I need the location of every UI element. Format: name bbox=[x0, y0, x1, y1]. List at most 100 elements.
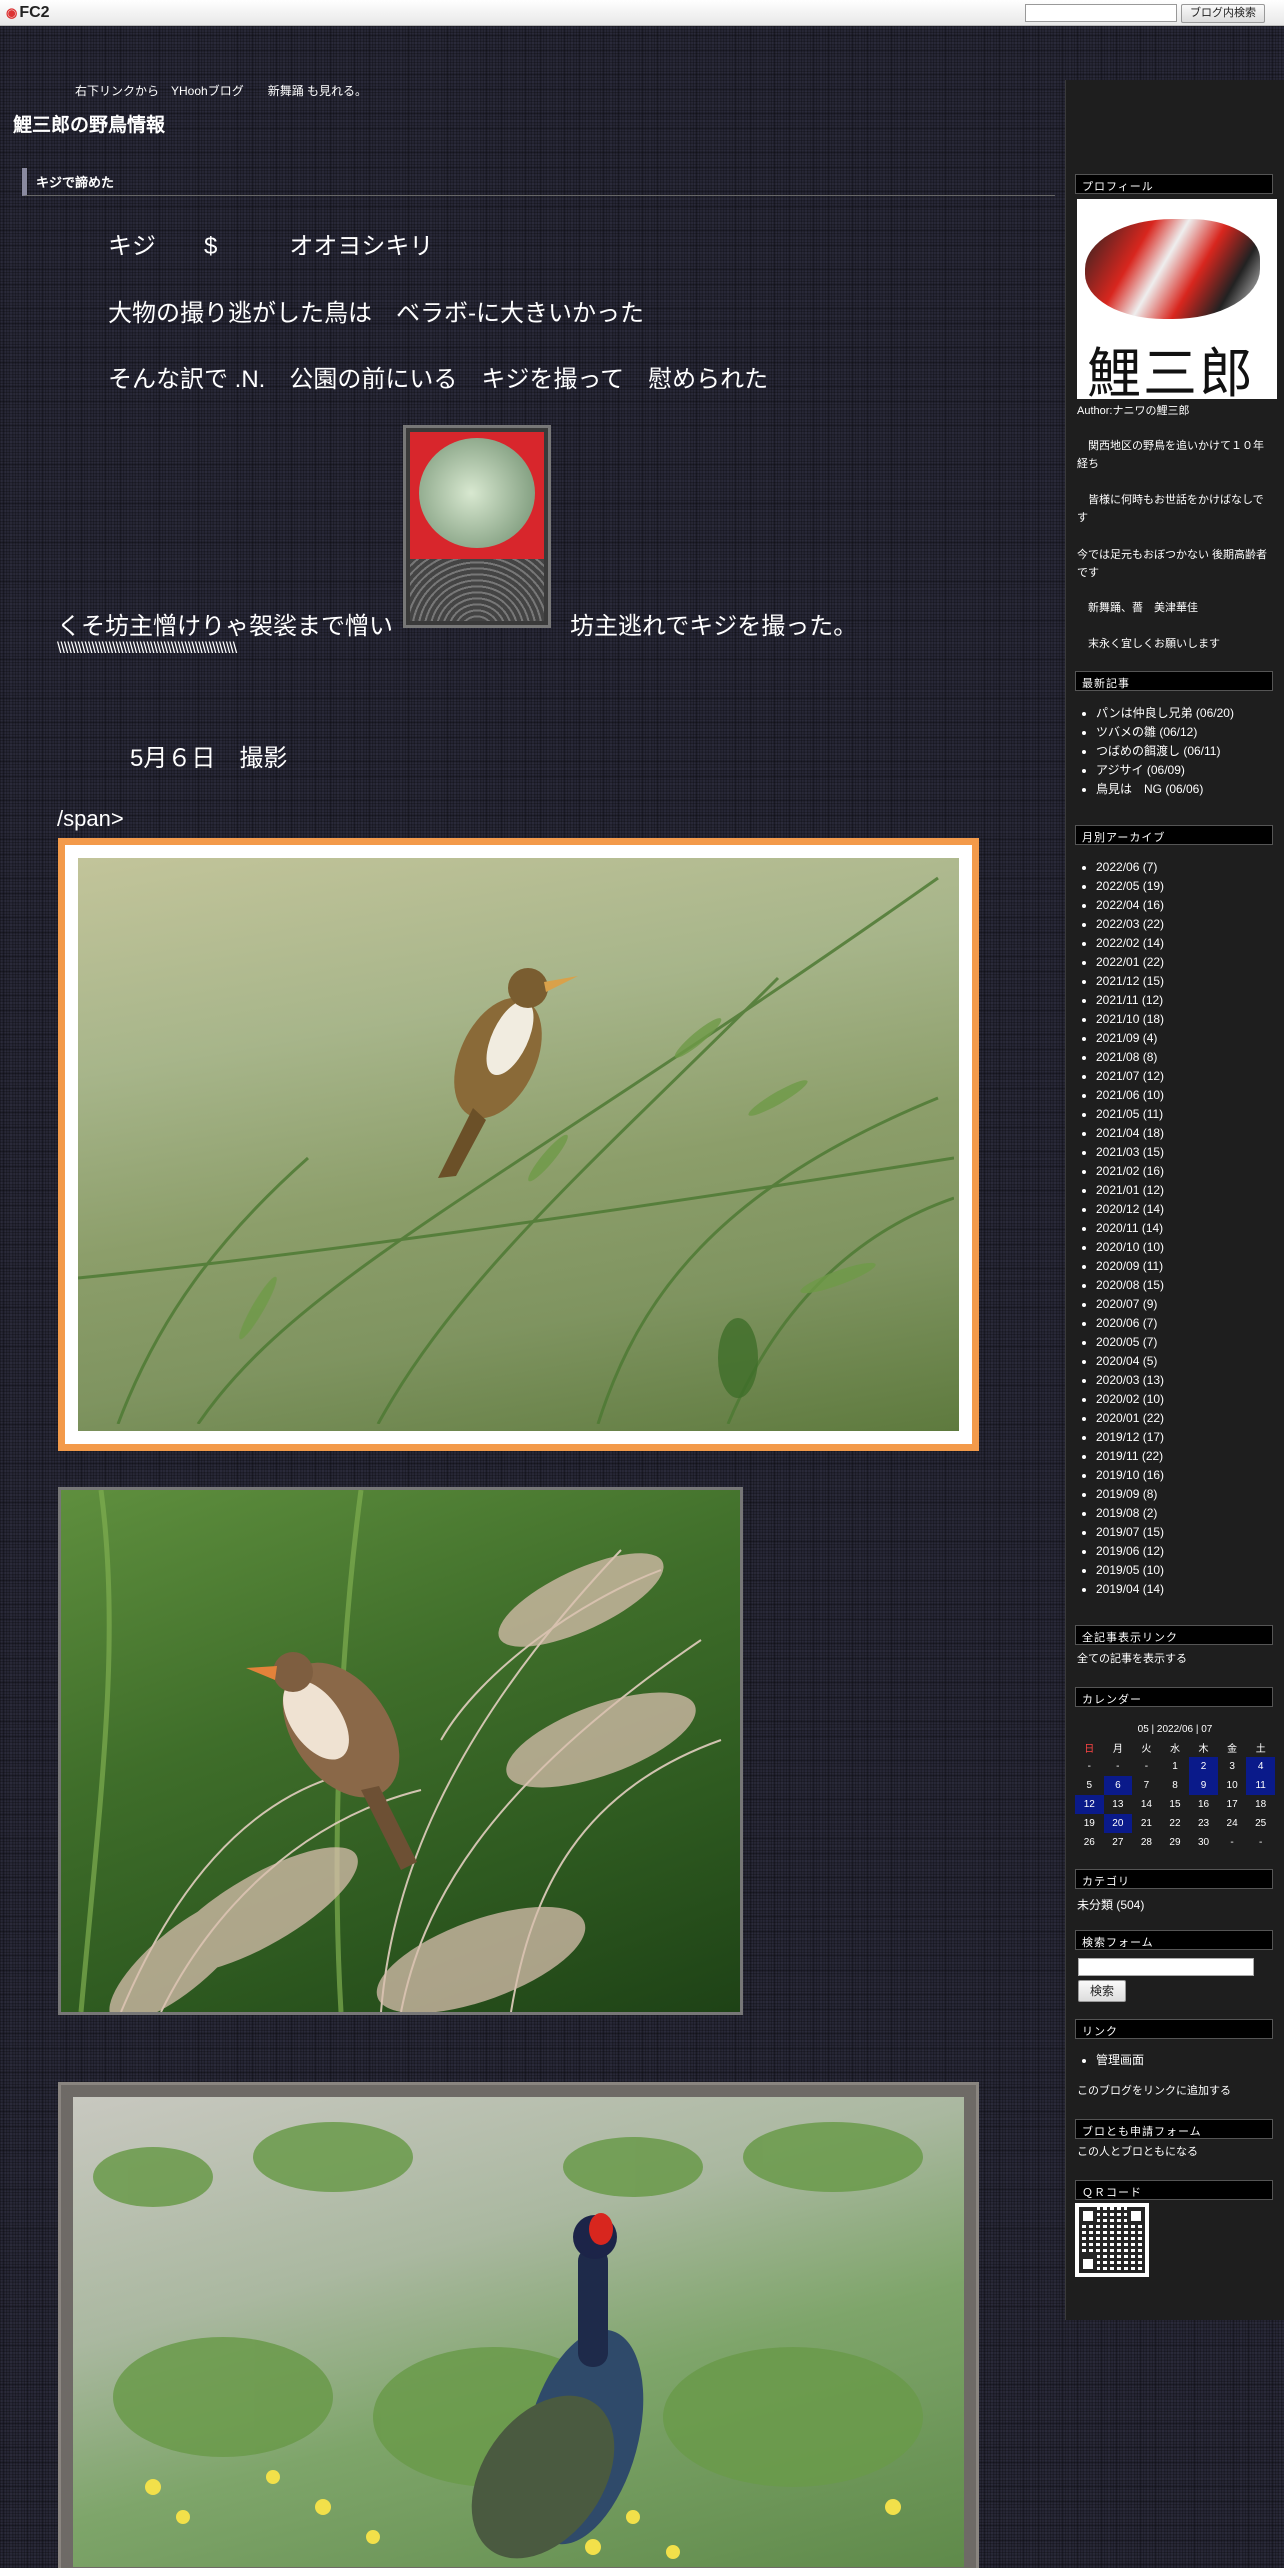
archive-month-link[interactable]: 2021/02 (16) bbox=[1096, 1162, 1276, 1181]
archive-month-link[interactable]: 2022/06 (7) bbox=[1096, 858, 1276, 877]
calendar-day: 3 bbox=[1229, 1761, 1235, 1772]
friend-request-link[interactable]: この人とブロともになる bbox=[1077, 2144, 1271, 2162]
archive-month-link[interactable]: 2020/10 (10) bbox=[1096, 1238, 1276, 1257]
calendar-day[interactable]: 6 bbox=[1103, 1776, 1133, 1795]
archive-month-link[interactable]: 2020/07 (9) bbox=[1096, 1295, 1276, 1314]
calendar-month-nav[interactable]: 05 | 2022/06 | 07 bbox=[1075, 1722, 1275, 1738]
archive-month-link[interactable]: 2021/11 (12) bbox=[1096, 991, 1276, 1010]
blog-search-button[interactable]: ブログ内検索 bbox=[1181, 4, 1265, 23]
fc2-logo[interactable]: ◉ FC2 bbox=[6, 4, 50, 22]
links-list: 管理画面 bbox=[1096, 2051, 1276, 2070]
archive-month-link[interactable]: 2020/05 (7) bbox=[1096, 1333, 1276, 1352]
calendar-day: 7 bbox=[1143, 1780, 1150, 1791]
calendar-day: 21 bbox=[1140, 1818, 1152, 1829]
archive-month-link[interactable]: 2019/04 (14) bbox=[1096, 1580, 1276, 1599]
photo-1-scene bbox=[78, 876, 954, 1424]
archive-month-link[interactable]: 2022/04 (16) bbox=[1096, 896, 1276, 915]
calendar-day: 18 bbox=[1255, 1799, 1267, 1810]
archive-month-link[interactable]: 2022/03 (22) bbox=[1096, 915, 1276, 934]
archive-month-link[interactable]: 2022/02 (14) bbox=[1096, 934, 1276, 953]
archive-month-link[interactable]: 2019/05 (10) bbox=[1096, 1561, 1276, 1580]
calendar-weekday: 水 bbox=[1169, 1744, 1180, 1755]
add-link-link[interactable]: このブログをリンクに追加する bbox=[1077, 2083, 1271, 2101]
archive-month-link[interactable]: 2020/08 (15) bbox=[1096, 1276, 1276, 1295]
archive-month-link[interactable]: 2021/10 (18) bbox=[1096, 1010, 1276, 1029]
qr-finder bbox=[1127, 2207, 1145, 2225]
hanafuda-card-image bbox=[403, 425, 551, 628]
archive-month-link[interactable]: 2019/09 (8) bbox=[1096, 1485, 1276, 1504]
calendar-day[interactable]: 9 bbox=[1189, 1776, 1218, 1795]
recent-entry-link[interactable]: パンは仲良し兄弟 (06/20) bbox=[1096, 704, 1276, 723]
archive-month-link[interactable]: 2021/04 (18) bbox=[1096, 1124, 1276, 1143]
calendar-day[interactable]: 20 bbox=[1103, 1814, 1133, 1833]
blog-search-input[interactable] bbox=[1025, 4, 1177, 22]
recent-entry-link[interactable]: 鳥見は NG (06/06) bbox=[1096, 780, 1276, 799]
archive-month-link[interactable]: 2021/06 (10) bbox=[1096, 1086, 1276, 1105]
calendar: 05 | 2022/06 | 07 日月火水木金土 - - -1 2 3 4 5 6 7 8 9 10 1… bbox=[1075, 1722, 1275, 1852]
calendar-day: 5 bbox=[1086, 1780, 1093, 1791]
calendar-day[interactable]: 12 bbox=[1075, 1795, 1104, 1814]
recent-entry-link[interactable]: つばめの餌渡し (06/11) bbox=[1096, 742, 1276, 761]
sidebar-heading-category: カテゴリ bbox=[1075, 1869, 1273, 1889]
archive-month-link[interactable]: 2020/04 (5) bbox=[1096, 1352, 1276, 1371]
all-entries-link[interactable]: 全ての記事を表示する bbox=[1077, 1651, 1271, 1669]
recent-entry-link[interactable]: ツバメの雛 (06/12) bbox=[1096, 723, 1276, 742]
photo-green-pheasant[interactable] bbox=[58, 2082, 979, 2568]
wave-pattern bbox=[410, 559, 544, 621]
sidebar-search-button[interactable]: 検索 bbox=[1078, 1980, 1126, 2002]
archive-month-link[interactable]: 2021/01 (12) bbox=[1096, 1181, 1276, 1200]
blog-title[interactable]: 鯉三郎の野鳥情報 bbox=[13, 110, 165, 137]
entry-title-bar bbox=[22, 168, 1055, 196]
archive-month-link[interactable]: 2019/11 (22) bbox=[1096, 1447, 1276, 1466]
archive-month-link[interactable]: 2021/12 (15) bbox=[1096, 972, 1276, 991]
photo-3-scene bbox=[93, 2122, 923, 2559]
archive-month-link[interactable]: 2019/06 (12) bbox=[1096, 1542, 1276, 1561]
photo-reed-warbler-1[interactable] bbox=[58, 838, 979, 1451]
archive-month-link[interactable]: 2019/07 (15) bbox=[1096, 1523, 1276, 1542]
calendar-weekday: 金 bbox=[1227, 1744, 1238, 1755]
calendar-weekday: 日 bbox=[1084, 1744, 1095, 1755]
archive-month-link[interactable]: 2020/11 (14) bbox=[1096, 1219, 1276, 1238]
recent-entries-list: パンは仲良し兄弟 (06/20) ツバメの雛 (06/12) つばめの餌渡し (… bbox=[1096, 704, 1276, 799]
calendar-day[interactable]: 11 bbox=[1246, 1776, 1275, 1795]
archive-month-link[interactable]: 2022/01 (22) bbox=[1096, 953, 1276, 972]
profile-avatar: 鯉三郎 bbox=[1077, 199, 1277, 399]
archive-month-link[interactable]: 2020/12 (14) bbox=[1096, 1200, 1276, 1219]
archive-month-link[interactable]: 2021/08 (8) bbox=[1096, 1048, 1276, 1067]
archive-month-link[interactable]: 2019/08 (2) bbox=[1096, 1504, 1276, 1523]
calendar-day: 28 bbox=[1140, 1837, 1152, 1848]
archive-month-link[interactable]: 2022/05 (19) bbox=[1096, 877, 1276, 896]
archive-month-link[interactable]: 2020/03 (13) bbox=[1096, 1371, 1276, 1390]
archive-month-link[interactable]: 2020/02 (10) bbox=[1096, 1390, 1276, 1409]
calendar-day[interactable]: 2 bbox=[1189, 1757, 1218, 1776]
category-link[interactable]: 未分類 (504) bbox=[1077, 1896, 1271, 1915]
entry-line-4b: 坊主逃れでキジを撮った。 bbox=[570, 613, 858, 640]
sidebar-search-input[interactable] bbox=[1078, 1958, 1254, 1976]
archive-month-link[interactable]: 2021/09 (4) bbox=[1096, 1029, 1276, 1048]
entry-title[interactable]: キジで諦めた bbox=[36, 172, 114, 191]
calendar-weekday: 木 bbox=[1198, 1744, 1209, 1755]
photo-2-scene bbox=[78, 1490, 722, 2012]
archive-month-link[interactable]: 2020/06 (7) bbox=[1096, 1314, 1276, 1333]
photo-reed-warbler-2[interactable] bbox=[58, 1487, 743, 2015]
calendar-day[interactable]: 4 bbox=[1246, 1757, 1275, 1776]
archive-month-link[interactable]: 2019/12 (17) bbox=[1096, 1428, 1276, 1447]
profile-bio-2: 皆様に何時もお世話をかけばなしです bbox=[1077, 494, 1264, 524]
sidebar-heading-links: リンク bbox=[1075, 2019, 1273, 2039]
fc2-top-bar: ◉ FC2 ブログ内検索 bbox=[0, 0, 1284, 26]
sidebar-heading-calendar: カレンダー bbox=[1075, 1687, 1273, 1707]
entry-line-3: そんな訳で .N. 公園の前にいる キジを撮って 慰められた bbox=[108, 366, 769, 393]
archive-month-link[interactable]: 2021/07 (12) bbox=[1096, 1067, 1276, 1086]
archive-month-link[interactable]: 2021/03 (15) bbox=[1096, 1143, 1276, 1162]
archive-month-link[interactable]: 2021/05 (11) bbox=[1096, 1105, 1276, 1124]
archive-month-link[interactable]: 2020/09 (11) bbox=[1096, 1257, 1276, 1276]
archive-month-link[interactable]: 2019/10 (16) bbox=[1096, 1466, 1276, 1485]
archive-month-link[interactable]: 2020/01 (22) bbox=[1096, 1409, 1276, 1428]
link-admin[interactable]: 管理画面 bbox=[1096, 2051, 1276, 2070]
qr-code-pattern bbox=[1079, 2207, 1145, 2273]
sidebar-heading-recent: 最新記事 bbox=[1075, 671, 1273, 691]
recent-entry-link[interactable]: アジサイ (06/09) bbox=[1096, 761, 1276, 780]
calendar-day: - bbox=[1144, 1761, 1149, 1772]
calendar-weekday: 土 bbox=[1255, 1744, 1266, 1755]
profile-bio-5: 末永く宜しくお願いします bbox=[1077, 638, 1220, 650]
